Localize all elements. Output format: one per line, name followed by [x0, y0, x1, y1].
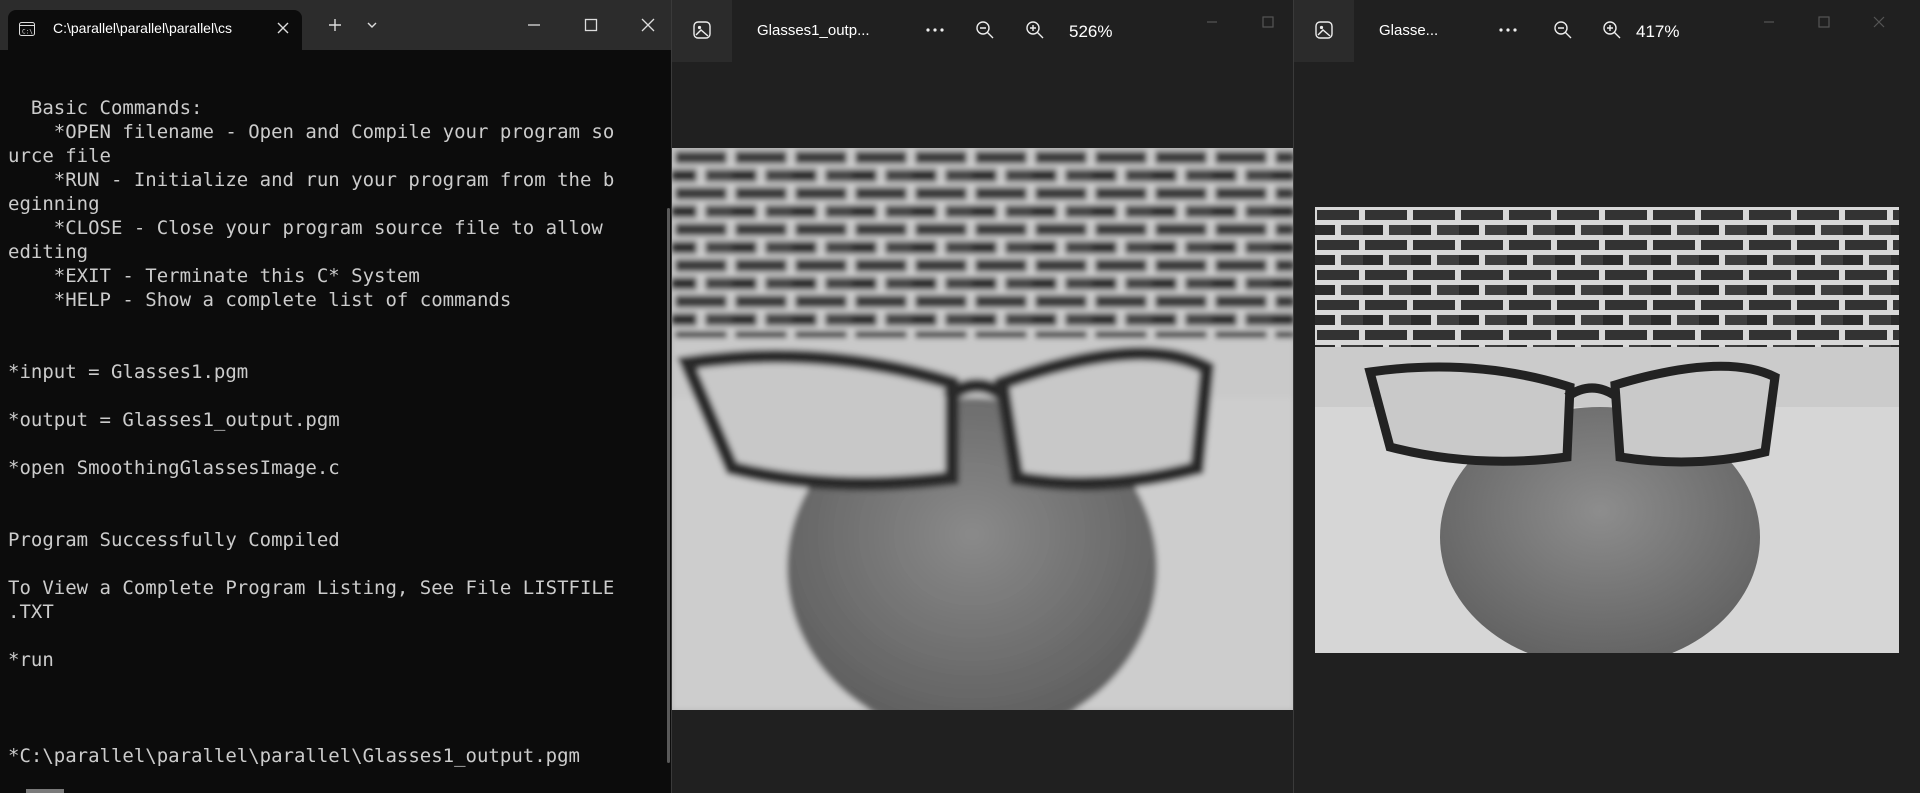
terminal-line: Program Successfully Compiled [8, 529, 340, 551]
terminal-line: .TXT [8, 601, 54, 623]
maximize-icon[interactable] [1258, 12, 1278, 32]
new-tab-button[interactable] [318, 0, 352, 50]
svg-text:C:\: C:\ [22, 29, 33, 36]
terminal-icon: C:\ [19, 21, 35, 36]
maximize-icon [584, 18, 598, 32]
photos-app-icon-box [672, 0, 732, 62]
terminal-line: *input = Glasses1.pgm [8, 361, 249, 383]
plus-icon [329, 19, 341, 31]
terminal-scrollbar[interactable] [667, 208, 670, 763]
terminal-line: *CLOSE - Close your program source file … [8, 217, 603, 239]
maximize-button[interactable] [569, 0, 613, 50]
terminal-line: editing [8, 241, 89, 263]
terminal-line: *OPEN filename - Open and Compile your p… [8, 121, 615, 143]
photo-viewer-window-2[interactable]: Glasse... 417% [1293, 0, 1920, 793]
minimize-button[interactable] [512, 0, 556, 50]
terminal-line: Basic Commands: [8, 97, 203, 119]
terminal-line: *C:\parallel\parallel\parallel\Glasses1_… [8, 745, 580, 767]
terminal-output[interactable]: Basic Commands: *OPEN filename - Open an… [8, 96, 658, 768]
photos-app-icon [693, 21, 711, 39]
close-icon [641, 18, 655, 32]
zoom-level[interactable]: 417% [1636, 22, 1679, 42]
viewer-title: Glasse... [1379, 22, 1439, 39]
tab-dropdown-button[interactable] [356, 0, 388, 50]
terminal-window[interactable]: C:\ C:\parallel\parallel\parallel\cs Bas… [0, 0, 671, 793]
minimize-icon [528, 24, 540, 26]
terminal-line: *RUN - Initialize and run your program f… [8, 169, 615, 191]
window-close-button[interactable] [626, 0, 670, 50]
photo-blurred[interactable] [672, 148, 1294, 710]
terminal-tab[interactable]: C:\ C:\parallel\parallel\parallel\cs [8, 10, 302, 50]
terminal-line: *output = Glasses1_output.pgm [8, 409, 340, 431]
photo-viewer-window-1[interactable]: Glasses1_outp... 526% [671, 0, 1294, 793]
minimize-icon[interactable] [1759, 12, 1779, 32]
chevron-down-icon [367, 22, 377, 28]
minimize-icon[interactable] [1202, 12, 1222, 32]
terminal-titlebar[interactable]: C:\ C:\parallel\parallel\parallel\cs [0, 0, 671, 50]
maximize-icon[interactable] [1814, 12, 1834, 32]
photos-app-icon-box [1294, 0, 1354, 62]
photos-app-icon [1315, 21, 1333, 39]
terminal-line: *HELP - Show a complete list of commands [8, 289, 512, 311]
zoom-in-icon[interactable] [1024, 19, 1046, 41]
terminal-line: *open SmoothingGlassesImage.c [8, 457, 340, 479]
zoom-in-icon[interactable] [1601, 19, 1623, 41]
terminal-line: urce file [8, 145, 111, 167]
terminal-line: eginning [8, 193, 100, 215]
viewer-titlebar[interactable]: Glasses1_outp... 526% [672, 0, 1294, 62]
terminal-tab-title: C:\parallel\parallel\parallel\cs [53, 20, 232, 36]
viewer-titlebar[interactable]: Glasse... 417% [1294, 0, 1920, 62]
zoom-out-icon[interactable] [1552, 19, 1574, 41]
terminal-line: To View a Complete Program Listing, See … [8, 577, 615, 599]
more-options-icon[interactable] [1497, 19, 1519, 41]
zoom-level[interactable]: 526% [1069, 22, 1112, 42]
viewer-title: Glasses1_outp... [757, 22, 870, 39]
photo-sharp[interactable] [1315, 207, 1899, 653]
tab-close-icon[interactable] [274, 19, 292, 37]
more-options-icon[interactable] [924, 19, 946, 41]
terminal-line: *EXIT - Terminate this C* System [8, 265, 420, 287]
zoom-out-icon[interactable] [974, 19, 996, 41]
terminal-line: *run [8, 649, 54, 671]
close-icon[interactable] [1869, 12, 1889, 32]
terminal-scroll-indicator [26, 789, 64, 793]
